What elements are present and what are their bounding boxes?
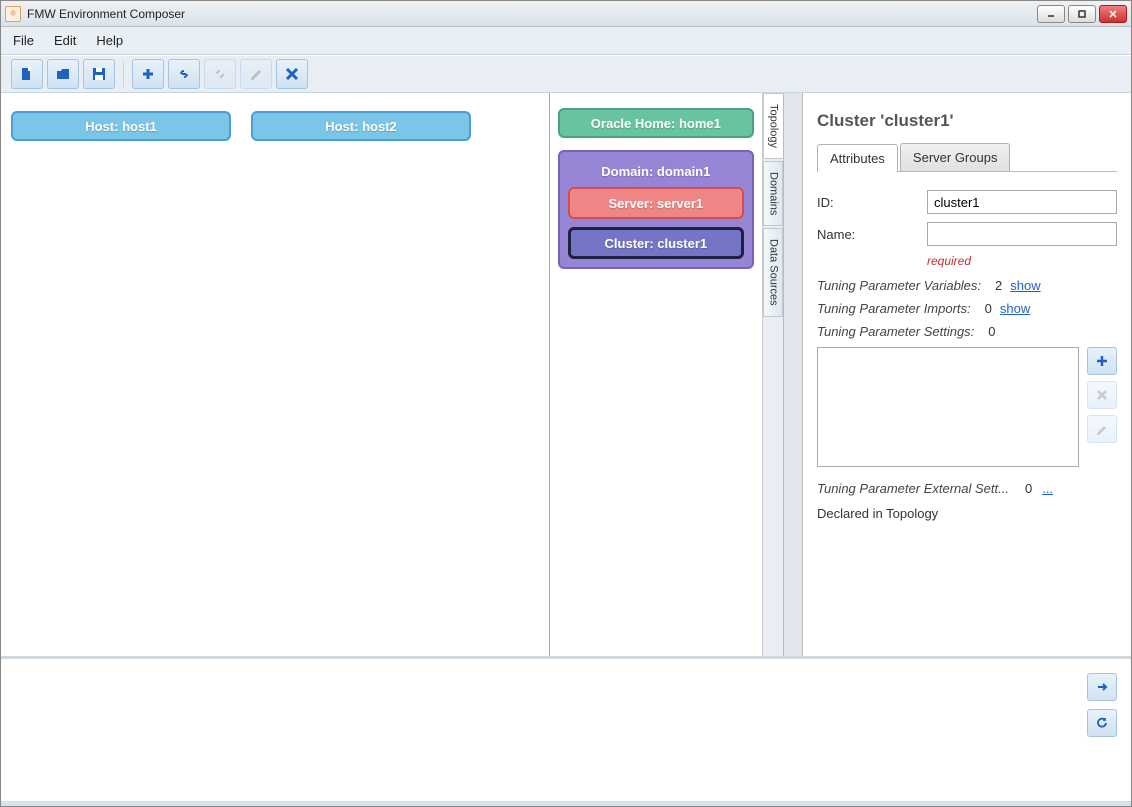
- id-input[interactable]: [927, 190, 1117, 214]
- tpv-count: 2: [995, 278, 1002, 293]
- vertical-tabs: Topology Domains Data Sources: [762, 93, 784, 656]
- tpi-show-link[interactable]: show: [1000, 301, 1030, 316]
- refresh-button[interactable]: [1087, 709, 1117, 737]
- host-box[interactable]: Host: host2: [251, 111, 471, 141]
- add-setting-button[interactable]: [1087, 347, 1117, 375]
- host-label: Host: host2: [325, 119, 397, 134]
- tab-server-groups[interactable]: Server Groups: [900, 143, 1011, 171]
- menu-file[interactable]: File: [13, 33, 34, 48]
- hosts-pane: Host: host1 Host: host2: [1, 93, 550, 656]
- toolbar: [1, 55, 1131, 93]
- id-row: ID:: [817, 190, 1117, 214]
- close-button[interactable]: [1099, 5, 1127, 23]
- required-note: required: [927, 254, 1117, 268]
- maximize-button[interactable]: [1068, 5, 1096, 23]
- settings-buttons: [1087, 347, 1117, 467]
- window-controls: [1037, 5, 1127, 23]
- properties-pane: Cluster 'cluster1' Attributes Server Gro…: [803, 93, 1131, 656]
- tpe-link[interactable]: ...: [1042, 481, 1053, 496]
- tab-attributes[interactable]: Attributes: [817, 144, 898, 172]
- host-label: Host: host1: [85, 119, 157, 134]
- name-label: Name:: [817, 227, 927, 242]
- pane-divider[interactable]: [783, 93, 803, 656]
- remove-setting-button: [1087, 381, 1117, 409]
- domain-box[interactable]: Domain: domain1 Server: server1 Cluster:…: [558, 150, 754, 269]
- new-button[interactable]: [11, 59, 43, 89]
- edit-setting-button: [1087, 415, 1117, 443]
- menu-edit[interactable]: Edit: [54, 33, 76, 48]
- tpe-count: 0: [1025, 481, 1032, 496]
- tpv-show-link[interactable]: show: [1010, 278, 1040, 293]
- settings-listbox[interactable]: [817, 347, 1079, 467]
- tpi-label: Tuning Parameter Imports:: [817, 301, 971, 316]
- topology-pane: Oracle Home: home1 Domain: domain1 Serve…: [550, 93, 762, 656]
- save-button[interactable]: [83, 59, 115, 89]
- host-box[interactable]: Host: host1: [11, 111, 231, 141]
- toolbar-separator: [123, 61, 124, 87]
- domain-label: Domain: domain1: [568, 160, 744, 187]
- app-icon: ⚛: [5, 6, 21, 22]
- panel-title: Cluster 'cluster1': [817, 111, 1117, 131]
- settings-area: [817, 347, 1117, 467]
- delete-button[interactable]: [276, 59, 308, 89]
- window-title: FMW Environment Composer: [27, 7, 1037, 21]
- open-button[interactable]: [47, 59, 79, 89]
- unlink-button: [204, 59, 236, 89]
- vtab-topology[interactable]: Topology: [763, 93, 784, 159]
- tuning-variables-row: Tuning Parameter Variables: 2 show: [817, 278, 1117, 293]
- bottom-pane: [1, 656, 1131, 801]
- menubar: File Edit Help: [1, 27, 1131, 55]
- run-button[interactable]: [1087, 673, 1117, 701]
- vtab-datasources[interactable]: Data Sources: [763, 228, 784, 317]
- name-input[interactable]: [927, 222, 1117, 246]
- vtab-domains[interactable]: Domains: [763, 161, 784, 226]
- oracle-home-box[interactable]: Oracle Home: home1: [558, 108, 754, 138]
- tuning-settings-row: Tuning Parameter Settings: 0: [817, 324, 1117, 339]
- edit-button: [240, 59, 272, 89]
- name-row: Name:: [817, 222, 1117, 246]
- tps-count: 0: [988, 324, 995, 339]
- menu-help[interactable]: Help: [96, 33, 123, 48]
- server-label: Server: server1: [608, 196, 703, 211]
- oracle-home-label: Oracle Home: home1: [591, 116, 721, 131]
- tuning-imports-row: Tuning Parameter Imports: 0 show: [817, 301, 1117, 316]
- bottom-buttons: [1087, 673, 1117, 737]
- add-button[interactable]: [132, 59, 164, 89]
- tpv-label: Tuning Parameter Variables:: [817, 278, 981, 293]
- cluster-box[interactable]: Cluster: cluster1: [568, 227, 744, 259]
- cluster-label: Cluster: cluster1: [605, 236, 708, 251]
- main-area: Host: host1 Host: host2 Oracle Home: hom…: [1, 93, 1131, 656]
- tpi-count: 0: [985, 301, 992, 316]
- declared-in: Declared in Topology: [817, 506, 1117, 521]
- panel-tabs: Attributes Server Groups: [817, 143, 1117, 172]
- id-label: ID:: [817, 195, 927, 210]
- link-button[interactable]: [168, 59, 200, 89]
- titlebar: ⚛ FMW Environment Composer: [1, 1, 1131, 27]
- tpe-label: Tuning Parameter External Sett...: [817, 481, 1009, 496]
- server-box[interactable]: Server: server1: [568, 187, 744, 219]
- tps-label: Tuning Parameter Settings:: [817, 324, 974, 339]
- minimize-button[interactable]: [1037, 5, 1065, 23]
- external-settings-row: Tuning Parameter External Sett... 0 ...: [817, 481, 1117, 496]
